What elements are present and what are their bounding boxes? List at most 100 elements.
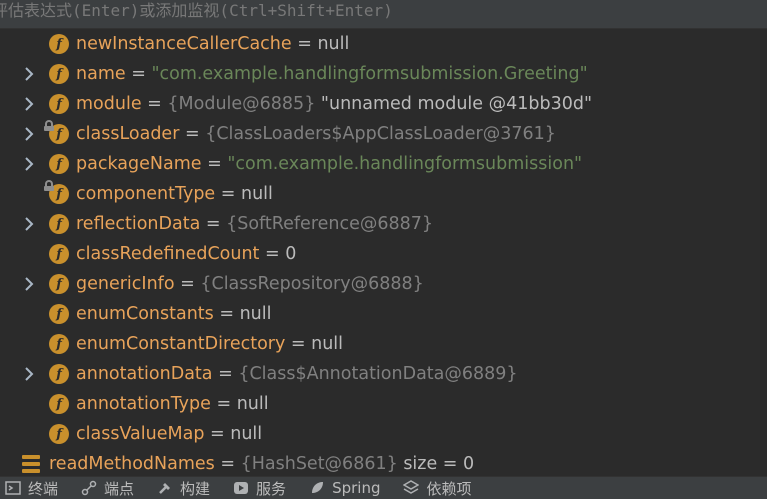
tool-window-bar: 终端 端点 构建 服务 Spring 依赖项 [0, 476, 767, 499]
tool-tab-dependencies[interactable]: 依赖项 [402, 478, 471, 499]
variable-value: {ClassLoaders$AppClassLoader@3761} [205, 124, 556, 144]
variable-row-annotationData[interactable]: f annotationData = {Class$AnnotationData@… [0, 359, 767, 389]
variable-name: componentType [76, 184, 216, 204]
dependencies-icon [402, 479, 420, 497]
field-icon: f [49, 154, 69, 174]
variable-text: packageName = "com.example.handlingforms… [76, 149, 582, 179]
variable-row-enumConstantDirectory[interactable]: f enumConstantDirectory = null [0, 329, 767, 359]
field-icon: f [49, 94, 69, 114]
variable-row-reflectionData[interactable]: f reflectionData = {SoftReference@6887} [0, 209, 767, 239]
lock-icon [44, 180, 54, 191]
field-icon: f [49, 304, 69, 324]
list-icon [22, 455, 40, 473]
variable-name: enumConstantDirectory [76, 334, 286, 354]
variable-text: module = {Module@6885} "unnamed module @… [76, 89, 592, 119]
variable-row-newInstanceCallerCache[interactable]: f newInstanceCallerCache = null [0, 29, 767, 59]
equals-sign: = [200, 214, 227, 234]
equals-sign: = [214, 454, 241, 474]
variable-row-packageName[interactable]: f packageName = "com.example.handlingform… [0, 149, 767, 179]
equals-sign: = [285, 334, 312, 354]
variable-row-classRedefinedCount[interactable]: f classRedefinedCount = 0 [0, 239, 767, 269]
equals-sign: = [179, 124, 206, 144]
expand-chevron-icon[interactable] [22, 157, 36, 171]
expand-chevron-icon[interactable] [22, 277, 36, 291]
variable-name: name [76, 64, 126, 84]
variable-text: enumConstantDirectory = null [76, 329, 343, 359]
tool-tab-endpoints[interactable]: 端点 [80, 478, 134, 499]
tool-tab-terminal[interactable]: 终端 [4, 478, 58, 499]
variable-row-enumConstants[interactable]: f enumConstants = null [0, 299, 767, 329]
tool-tab-label: 构建 [180, 479, 211, 498]
field-icon: f [49, 364, 69, 384]
equals-sign: = [141, 94, 168, 114]
build-icon [156, 479, 174, 497]
endpoints-icon [80, 479, 98, 497]
variable-name: classRedefinedCount [76, 244, 260, 264]
variable-text: componentType = null [76, 179, 273, 209]
expand-chevron-icon[interactable] [22, 127, 36, 141]
variable-name: packageName [76, 154, 202, 174]
lock-icon [44, 120, 54, 131]
variable-row-module[interactable]: f module = {Module@6885} "unnamed module … [0, 89, 767, 119]
variable-text: classRedefinedCount = 0 [76, 239, 296, 269]
equals-sign: = [201, 154, 228, 174]
field-icon: f [49, 64, 69, 84]
variable-reference: {HashSet@6861} [240, 454, 398, 474]
tool-tab-build[interactable]: 构建 [156, 478, 210, 499]
tool-tab-label: 依赖项 [426, 479, 472, 498]
expand-chevron-icon[interactable] [22, 97, 36, 111]
variable-value: null [317, 34, 350, 54]
field-icon: f [44, 180, 69, 204]
field-icon: f [49, 244, 69, 264]
variable-row-annotationType[interactable]: f annotationType = null [0, 389, 767, 419]
variable-row-readMethodNames[interactable]: readMethodNames = {HashSet@6861} size = … [0, 449, 767, 479]
terminal-icon [4, 479, 22, 497]
equals-sign: = [174, 274, 201, 294]
field-icon: f [49, 274, 69, 294]
field-icon: f [49, 214, 69, 234]
field-icon: f [44, 120, 69, 144]
equals-sign: = [125, 64, 152, 84]
equals-sign: = [291, 34, 318, 54]
variable-text: reflectionData = {SoftReference@6887} [76, 209, 433, 239]
equals-sign: = [259, 244, 286, 264]
variable-value: "com.example.handlingformsubmission" [227, 154, 583, 174]
field-icon: f [49, 424, 69, 444]
variable-name: classLoader [76, 124, 180, 144]
variable-text: enumConstants = null [76, 299, 272, 329]
variable-row-componentType[interactable]: f componentType = null [0, 179, 767, 209]
tool-tab-label: 终端 [28, 479, 59, 498]
expand-chevron-icon[interactable] [22, 367, 36, 381]
tool-tab-label: Spring [332, 479, 381, 497]
evaluate-expression-placeholder: 评估表达式(Enter)或添加监视(Ctrl+Shift+Enter) [0, 1, 393, 20]
variable-text: annotationData = {Class$AnnotationData@6… [76, 359, 518, 389]
tool-tab-label: 服务 [256, 479, 287, 498]
variable-row-genericInfo[interactable]: f genericInfo = {ClassRepository@6888} [0, 269, 767, 299]
tool-tab-spring[interactable]: Spring [308, 479, 380, 497]
expand-chevron-icon[interactable] [22, 217, 36, 231]
variable-value: null [236, 394, 269, 414]
variable-reference: {Module@6885} [167, 94, 316, 114]
field-icon: f [49, 394, 69, 414]
variable-name: readMethodNames [49, 454, 215, 474]
variable-value: 0 [285, 244, 297, 264]
tool-tab-services[interactable]: 服务 [232, 478, 286, 499]
variable-value: {ClassRepository@6888} [200, 274, 424, 294]
variable-name: module [76, 94, 142, 114]
variable-row-classLoader[interactable]: f classLoader = {ClassLoaders$AppClassLoa… [0, 119, 767, 149]
variable-name: genericInfo [76, 274, 175, 294]
variable-text: annotationType = null [76, 389, 269, 419]
evaluate-expression-field[interactable]: 评估表达式(Enter)或添加监视(Ctrl+Shift+Enter) [0, 0, 767, 29]
variable-text: classLoader = {ClassLoaders$AppClassLoad… [76, 119, 556, 149]
variable-row-name[interactable]: f name = "com.example.handlingformsubmiss… [0, 59, 767, 89]
variable-text: name = "com.example.handlingformsubmissi… [76, 59, 588, 89]
variable-value: {SoftReference@6887} [226, 214, 434, 234]
services-icon [232, 479, 250, 497]
variable-value: null [311, 334, 344, 354]
variable-text: newInstanceCallerCache = null [76, 29, 349, 59]
variable-row-classValueMap[interactable]: f classValueMap = null [0, 419, 767, 449]
variable-name: newInstanceCallerCache [76, 34, 292, 54]
variable-text: readMethodNames = {HashSet@6861} size = … [49, 449, 474, 479]
spring-icon [308, 479, 326, 497]
expand-chevron-icon[interactable] [22, 67, 36, 81]
